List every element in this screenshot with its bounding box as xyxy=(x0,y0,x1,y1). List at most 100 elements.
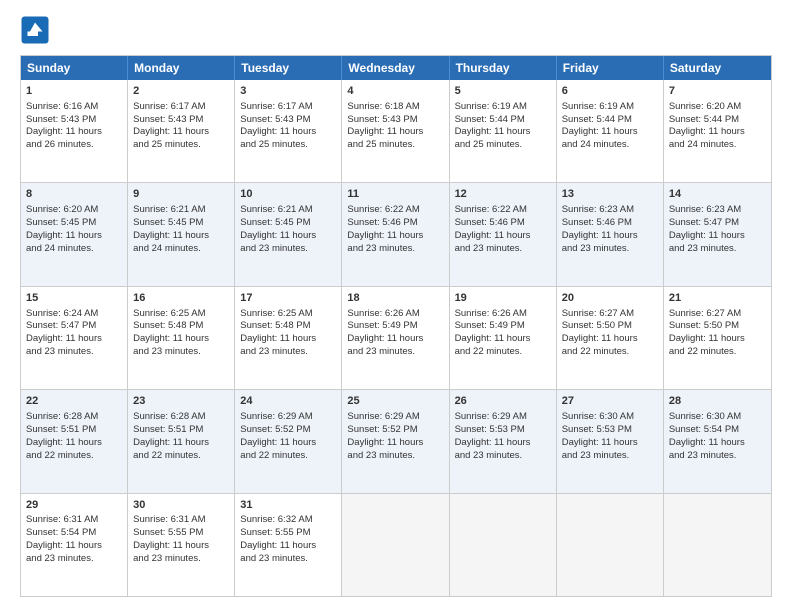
day-cell: 25Sunrise: 6:29 AMSunset: 5:52 PMDayligh… xyxy=(342,390,449,492)
day-info: and 25 minutes. xyxy=(133,139,229,152)
day-info: Sunrise: 6:24 AM xyxy=(26,308,122,321)
day-info: Sunset: 5:45 PM xyxy=(26,217,122,230)
day-info: Sunset: 5:55 PM xyxy=(133,527,229,540)
day-info: and 22 minutes. xyxy=(240,450,336,463)
day-info: and 23 minutes. xyxy=(347,346,443,359)
day-info: and 26 minutes. xyxy=(26,139,122,152)
day-info: and 23 minutes. xyxy=(133,346,229,359)
weekday-header: Saturday xyxy=(664,56,771,80)
day-info: Sunrise: 6:19 AM xyxy=(562,101,658,114)
day-number: 26 xyxy=(455,394,551,409)
empty-cell xyxy=(557,494,664,596)
day-info: and 22 minutes. xyxy=(26,450,122,463)
day-cell: 14Sunrise: 6:23 AMSunset: 5:47 PMDayligh… xyxy=(664,183,771,285)
day-cell: 30Sunrise: 6:31 AMSunset: 5:55 PMDayligh… xyxy=(128,494,235,596)
day-info: Sunrise: 6:23 AM xyxy=(562,204,658,217)
day-info: Sunset: 5:51 PM xyxy=(26,424,122,437)
calendar-header: SundayMondayTuesdayWednesdayThursdayFrid… xyxy=(21,56,771,80)
day-info: Daylight: 11 hours xyxy=(455,230,551,243)
day-info: and 23 minutes. xyxy=(26,346,122,359)
weekday-header: Tuesday xyxy=(235,56,342,80)
day-number: 8 xyxy=(26,187,122,202)
day-info: Daylight: 11 hours xyxy=(455,437,551,450)
calendar-row: 1Sunrise: 6:16 AMSunset: 5:43 PMDaylight… xyxy=(21,80,771,183)
day-number: 25 xyxy=(347,394,443,409)
day-info: Sunset: 5:50 PM xyxy=(669,320,766,333)
day-info: Daylight: 11 hours xyxy=(133,126,229,139)
day-number: 5 xyxy=(455,84,551,99)
day-info: and 24 minutes. xyxy=(669,139,766,152)
day-info: and 23 minutes. xyxy=(455,450,551,463)
day-info: Daylight: 11 hours xyxy=(455,126,551,139)
day-info: Daylight: 11 hours xyxy=(133,230,229,243)
day-number: 27 xyxy=(562,394,658,409)
day-info: Sunrise: 6:31 AM xyxy=(133,514,229,527)
calendar-row: 22Sunrise: 6:28 AMSunset: 5:51 PMDayligh… xyxy=(21,390,771,493)
day-cell: 2Sunrise: 6:17 AMSunset: 5:43 PMDaylight… xyxy=(128,80,235,182)
day-info: Sunset: 5:53 PM xyxy=(455,424,551,437)
day-number: 7 xyxy=(669,84,766,99)
weekday-header: Wednesday xyxy=(342,56,449,80)
day-info: and 23 minutes. xyxy=(240,243,336,256)
day-cell: 4Sunrise: 6:18 AMSunset: 5:43 PMDaylight… xyxy=(342,80,449,182)
day-info: Sunset: 5:55 PM xyxy=(240,527,336,540)
day-info: Sunset: 5:43 PM xyxy=(26,114,122,127)
day-info: Daylight: 11 hours xyxy=(240,126,336,139)
day-info: Daylight: 11 hours xyxy=(133,540,229,553)
day-info: Daylight: 11 hours xyxy=(133,437,229,450)
empty-cell xyxy=(342,494,449,596)
day-number: 1 xyxy=(26,84,122,99)
day-info: Daylight: 11 hours xyxy=(26,230,122,243)
page: SundayMondayTuesdayWednesdayThursdayFrid… xyxy=(0,0,792,612)
day-info: Sunset: 5:49 PM xyxy=(455,320,551,333)
day-cell: 1Sunrise: 6:16 AMSunset: 5:43 PMDaylight… xyxy=(21,80,128,182)
day-info: Sunrise: 6:25 AM xyxy=(240,308,336,321)
calendar: SundayMondayTuesdayWednesdayThursdayFrid… xyxy=(20,55,772,597)
day-info: Sunset: 5:43 PM xyxy=(133,114,229,127)
day-info: Sunset: 5:45 PM xyxy=(133,217,229,230)
day-cell: 17Sunrise: 6:25 AMSunset: 5:48 PMDayligh… xyxy=(235,287,342,389)
day-cell: 23Sunrise: 6:28 AMSunset: 5:51 PMDayligh… xyxy=(128,390,235,492)
day-cell: 19Sunrise: 6:26 AMSunset: 5:49 PMDayligh… xyxy=(450,287,557,389)
logo-icon xyxy=(20,15,50,45)
day-info: and 23 minutes. xyxy=(133,553,229,566)
day-info: Sunset: 5:52 PM xyxy=(240,424,336,437)
day-cell: 20Sunrise: 6:27 AMSunset: 5:50 PMDayligh… xyxy=(557,287,664,389)
day-number: 3 xyxy=(240,84,336,99)
day-cell: 12Sunrise: 6:22 AMSunset: 5:46 PMDayligh… xyxy=(450,183,557,285)
day-info: and 24 minutes. xyxy=(26,243,122,256)
day-info: Sunset: 5:43 PM xyxy=(240,114,336,127)
day-number: 15 xyxy=(26,291,122,306)
day-info: and 23 minutes. xyxy=(347,450,443,463)
day-info: and 22 minutes. xyxy=(562,346,658,359)
day-info: Sunrise: 6:26 AM xyxy=(347,308,443,321)
day-info: Daylight: 11 hours xyxy=(669,126,766,139)
day-info: Sunset: 5:47 PM xyxy=(669,217,766,230)
day-info: Sunrise: 6:31 AM xyxy=(26,514,122,527)
day-info: and 22 minutes. xyxy=(133,450,229,463)
day-info: and 23 minutes. xyxy=(240,553,336,566)
day-cell: 6Sunrise: 6:19 AMSunset: 5:44 PMDaylight… xyxy=(557,80,664,182)
day-info: Sunset: 5:44 PM xyxy=(455,114,551,127)
day-info: Sunrise: 6:17 AM xyxy=(240,101,336,114)
weekday-header: Thursday xyxy=(450,56,557,80)
day-number: 28 xyxy=(669,394,766,409)
day-info: Sunrise: 6:19 AM xyxy=(455,101,551,114)
day-cell: 24Sunrise: 6:29 AMSunset: 5:52 PMDayligh… xyxy=(235,390,342,492)
day-info: and 23 minutes. xyxy=(240,346,336,359)
day-number: 16 xyxy=(133,291,229,306)
day-info: Daylight: 11 hours xyxy=(26,333,122,346)
day-info: Daylight: 11 hours xyxy=(455,333,551,346)
day-number: 6 xyxy=(562,84,658,99)
calendar-row: 29Sunrise: 6:31 AMSunset: 5:54 PMDayligh… xyxy=(21,494,771,596)
day-info: Sunrise: 6:20 AM xyxy=(669,101,766,114)
day-info: and 23 minutes. xyxy=(455,243,551,256)
day-cell: 11Sunrise: 6:22 AMSunset: 5:46 PMDayligh… xyxy=(342,183,449,285)
day-number: 11 xyxy=(347,187,443,202)
day-info: Sunset: 5:45 PM xyxy=(240,217,336,230)
empty-cell xyxy=(664,494,771,596)
day-info: Sunset: 5:49 PM xyxy=(347,320,443,333)
day-info: Sunrise: 6:23 AM xyxy=(669,204,766,217)
day-info: and 23 minutes. xyxy=(562,243,658,256)
day-info: Sunrise: 6:28 AM xyxy=(133,411,229,424)
